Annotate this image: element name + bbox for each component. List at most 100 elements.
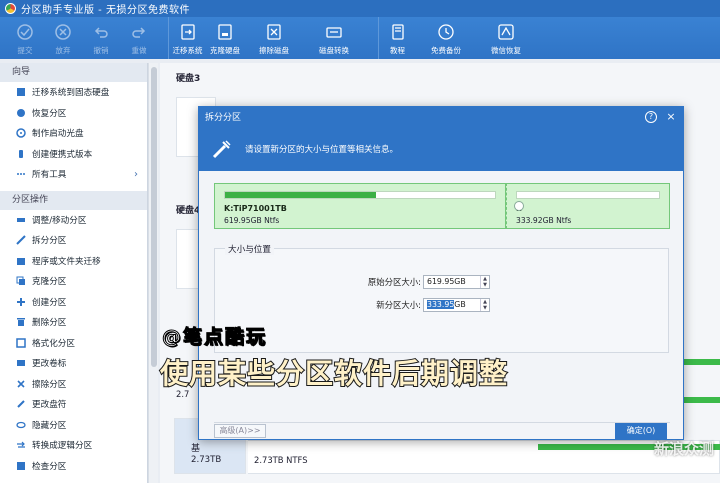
disk4-label: 硬盘4 xyxy=(176,206,201,216)
clone-disk-label: 克隆硬盘 xyxy=(210,46,240,55)
submit-button[interactable]: 提交 xyxy=(6,17,44,59)
disk-row-size: 2.73TB xyxy=(191,455,222,465)
sidebar-scrollbar[interactable] xyxy=(148,63,158,483)
wipe-icon xyxy=(16,379,26,389)
backup-icon xyxy=(435,21,457,43)
sidebar-item-boot-disc[interactable]: 制作启动光盘 xyxy=(0,123,147,144)
ok-button[interactable]: 确定(O) xyxy=(615,423,667,439)
tutorial-label: 教程 xyxy=(390,46,405,55)
spinner-arrows-icon[interactable]: ▲ ▼ xyxy=(480,299,489,311)
folder-icon xyxy=(16,256,26,266)
split-drag-handle[interactable] xyxy=(514,201,524,211)
sidebar-item-hide[interactable]: 隐藏分区 xyxy=(0,415,147,436)
toolbar: 提交 放弃 撤销 重做 迁移系统 克隆硬盘 擦除磁盘 磁盘转换 教程 免费备份 … xyxy=(0,17,720,59)
wechat-recover-icon xyxy=(495,21,517,43)
sidebar-item-split[interactable]: 拆分分区 xyxy=(0,230,147,251)
free-backup-label: 免费备份 xyxy=(431,46,461,55)
sidebar-item-label: 所有工具 xyxy=(32,170,67,181)
wipe-disk-icon xyxy=(263,21,285,43)
sidebar-item-migrate-ssd[interactable]: 迁移系统到固态硬盘 xyxy=(0,82,147,103)
wechat-recover-button[interactable]: 微信恢复 xyxy=(476,17,536,59)
redo-button[interactable]: 重做 xyxy=(120,17,158,59)
sidebar-item-format[interactable]: 格式化分区 xyxy=(0,333,147,354)
clone-disk-button[interactable]: 克隆硬盘 xyxy=(206,17,244,59)
author-watermark: @笔点酷玩 xyxy=(161,326,268,349)
scrollbar-thumb[interactable] xyxy=(151,67,157,367)
wechat-recover-label: 微信恢复 xyxy=(491,46,521,55)
discard-label: 放弃 xyxy=(55,46,71,55)
sidebar-item-create[interactable]: 创建分区 xyxy=(0,292,147,313)
sidebar-item-label: 更改卷标 xyxy=(32,359,67,370)
sidebar-item-label: 隐藏分区 xyxy=(32,420,67,431)
title-bar: 分区助手专业版 - 无损分区免费软件 xyxy=(0,0,720,17)
sidebar-item-change-letter[interactable]: 更改盘符 xyxy=(0,394,147,415)
sidebar-item-portable[interactable]: 创建便携式版本 xyxy=(0,144,147,165)
left-partition-block[interactable]: K:TiP71001TB 619.95GB Ntfs xyxy=(214,183,506,229)
original-size-input[interactable]: 619.95GB ▲ ▼ xyxy=(423,275,490,289)
sidebar-item-all-tools[interactable]: 所有工具 › xyxy=(0,164,147,185)
sidebar-item-check[interactable]: 检查分区 xyxy=(0,456,147,477)
sidebar-section-wizard: 向导 xyxy=(0,63,147,82)
sidebar-item-label: 程序或文件夹迁移 xyxy=(32,256,101,267)
create-icon xyxy=(16,297,26,307)
undo-button[interactable]: 撤销 xyxy=(82,17,120,59)
new-size-label: 新分区大小: xyxy=(376,300,421,310)
wipe-disk-button[interactable]: 擦除磁盘 xyxy=(244,17,304,59)
convert-icon xyxy=(16,440,26,450)
free-backup-button[interactable]: 免费备份 xyxy=(416,17,476,59)
format-icon xyxy=(16,338,26,348)
original-size-row: 原始分区大小: 619.95GB ▲ ▼ xyxy=(365,275,490,289)
split-icon xyxy=(16,235,26,245)
left-usage-fill xyxy=(225,192,377,198)
dialog-banner-text: 请设置新分区的大小与位置等相关信息。 xyxy=(245,144,399,155)
sidebar-item-clone[interactable]: 克隆分区 xyxy=(0,271,147,292)
video-caption: 使用某些分区软件后期调整 xyxy=(159,356,509,391)
disk-convert-button[interactable]: 磁盘转换 xyxy=(304,17,364,59)
sidebar-item-label: 制作启动光盘 xyxy=(32,129,84,140)
sidebar-item-wipe[interactable]: 擦除分区 xyxy=(0,374,147,395)
partition-row[interactable]: 2.73TB NTFS xyxy=(248,440,720,474)
size-position-group: 大小与位置 原始分区大小: 619.95GB ▲ ▼ 新分区大小: 333.95G… xyxy=(214,243,669,353)
sidebar-item-label: 创建便携式版本 xyxy=(32,149,93,160)
partition-visualizer: K:TiP71001TB 619.95GB Ntfs I: 333.92GB N… xyxy=(214,183,670,229)
close-button[interactable]: × xyxy=(665,110,677,123)
advanced-button[interactable]: 高级(A)>> xyxy=(214,424,266,438)
dialog-title: 拆分分区 xyxy=(205,113,242,123)
tutorial-button[interactable]: 教程 xyxy=(378,17,416,59)
dialog-banner: 请设置新分区的大小与位置等相关信息。 xyxy=(199,126,683,171)
disc-icon xyxy=(16,128,26,138)
right-partition-info: 333.92GB Ntfs xyxy=(516,216,572,225)
right-partition-block[interactable]: I: 333.92GB Ntfs xyxy=(506,183,670,229)
group-title: 大小与位置 xyxy=(225,243,274,255)
spinner-arrows-icon[interactable]: ▲ ▼ xyxy=(480,276,489,288)
new-size-selected-value: 333.95 xyxy=(427,300,455,309)
help-button[interactable]: ? xyxy=(645,110,657,123)
redo-icon xyxy=(128,21,150,43)
sidebar-item-label: 迁移系统到固态硬盘 xyxy=(32,88,110,99)
chevron-right-icon: › xyxy=(134,168,138,180)
usage-strip xyxy=(680,397,720,403)
new-size-input[interactable]: 333.95GB ▲ ▼ xyxy=(423,298,490,312)
sidebar-item-recover-partition[interactable]: 恢复分区 xyxy=(0,103,147,124)
dialog-footer-divider xyxy=(214,422,670,423)
discard-button[interactable]: 放弃 xyxy=(44,17,82,59)
sidebar-item-convert-logical[interactable]: 转换成逻辑分区 xyxy=(0,435,147,456)
disk-convert-label: 磁盘转换 xyxy=(319,46,349,55)
corner-watermark: 新浪众测 xyxy=(654,440,715,458)
sidebar-item-delete[interactable]: 删除分区 xyxy=(0,312,147,333)
sidebar-item-app-migrate[interactable]: 程序或文件夹迁移 xyxy=(0,251,147,272)
sidebar-item-label: 克隆分区 xyxy=(32,277,67,288)
recover-icon xyxy=(16,108,26,118)
trash-icon xyxy=(16,317,26,327)
sidebar-item-label: 调整/移动分区 xyxy=(32,215,87,226)
submit-icon xyxy=(14,21,36,43)
sidebar-item-label: 检查分区 xyxy=(32,461,67,472)
submit-label: 提交 xyxy=(17,46,33,55)
sidebar-item-resize-move[interactable]: 调整/移动分区 xyxy=(0,210,147,231)
sidebar-item-change-label[interactable]: 更改卷标 xyxy=(0,353,147,374)
left-partition-info: 619.95GB Ntfs xyxy=(224,216,280,225)
new-size-row: 新分区大小: 333.95GB ▲ ▼ xyxy=(365,298,490,312)
migrate-os-button[interactable]: 迁移系统 xyxy=(168,17,206,59)
new-size-unit: GB xyxy=(454,300,466,309)
sidebar: 向导 迁移系统到固态硬盘 恢复分区 制作启动光盘 创建便携式版本 所有工具 › … xyxy=(0,63,148,483)
